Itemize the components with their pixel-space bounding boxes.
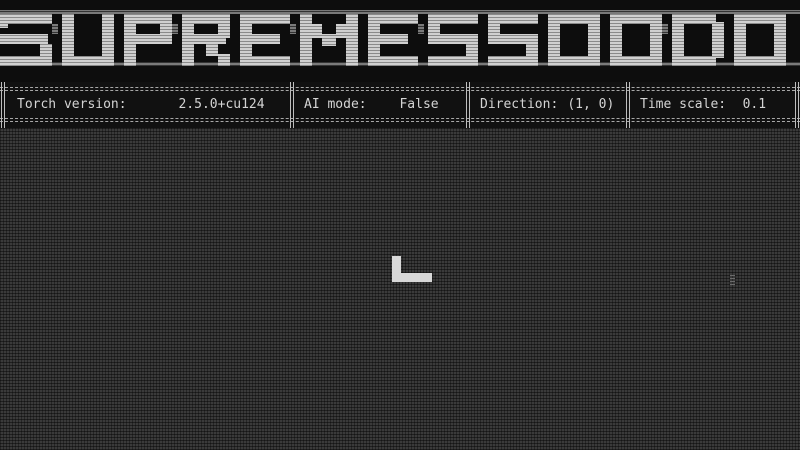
snake-body <box>392 273 432 282</box>
status-border-bottom-inner <box>0 118 800 119</box>
status-border-bottom <box>0 121 800 122</box>
status-value: (1, 0) <box>567 97 615 112</box>
status-separator <box>1 82 5 128</box>
banner-letters <box>0 14 786 66</box>
status-value: 0.1 <box>742 97 767 112</box>
status-label: Torch version: <box>17 97 127 112</box>
status-label: Time scale: <box>640 97 727 112</box>
status-value: False <box>399 97 439 112</box>
title-banner <box>0 0 800 82</box>
status-border-top <box>0 87 800 88</box>
status-separator <box>626 82 630 128</box>
status-separator <box>795 82 799 128</box>
food-pellet <box>730 273 735 285</box>
status-separator <box>290 82 294 128</box>
status-time-scale: Time scale: 0.1 <box>640 91 780 118</box>
status-label: AI mode: <box>304 97 367 112</box>
banner-art <box>0 10 800 66</box>
game-board[interactable] <box>0 128 800 450</box>
status-label: Direction: <box>480 97 559 112</box>
status-ai-mode: AI mode: False <box>304 91 462 118</box>
status-bar: Torch version: 2.5.0+cu124 AI mode: Fals… <box>0 82 800 128</box>
status-direction: Direction: (1, 0) <box>480 91 622 118</box>
status-separator <box>466 82 470 128</box>
status-value: 2.5.0+cu124 <box>178 97 265 112</box>
status-torch-version: Torch version: 2.5.0+cu124 <box>17 91 285 118</box>
